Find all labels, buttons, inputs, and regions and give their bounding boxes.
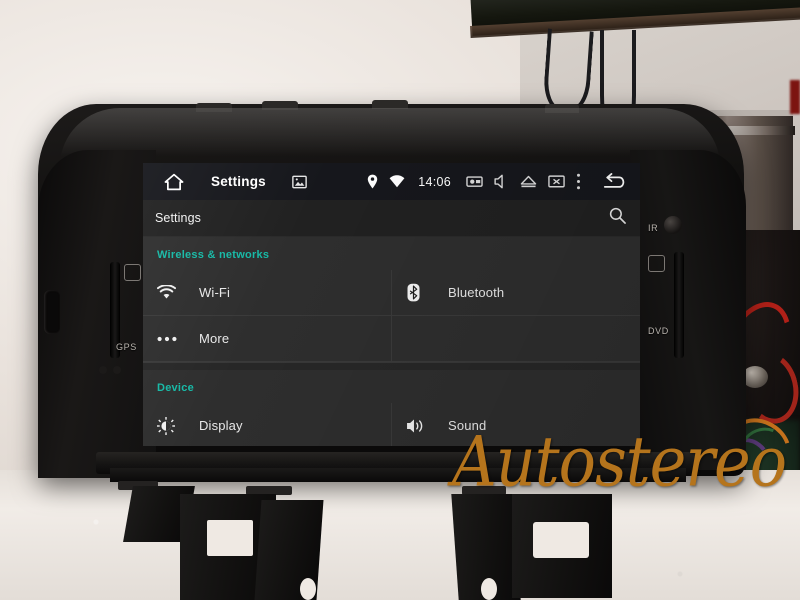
- left-bezel-button[interactable]: [124, 264, 141, 281]
- settings-item-empty: [392, 316, 640, 362]
- ir-label: IR: [648, 223, 659, 233]
- camera-icon[interactable]: [466, 175, 483, 188]
- android-screen[interactable]: Settings 14:06 Settings Wireless & netwo…: [143, 163, 640, 446]
- volume-mute-icon[interactable]: [494, 174, 509, 189]
- section-header-device: Device: [157, 382, 194, 394]
- status-bar-right-group: 14:06: [367, 173, 630, 190]
- overflow-menu-icon[interactable]: [576, 173, 581, 190]
- housing-tab: [545, 104, 579, 113]
- settings-item-label: Sound: [448, 418, 487, 433]
- back-arrow-icon[interactable]: [602, 173, 628, 190]
- more-dots-icon: [157, 336, 191, 342]
- background-object: [790, 80, 800, 114]
- status-bar: Settings 14:06: [143, 163, 640, 200]
- dvd-label: DVD: [648, 326, 669, 336]
- settings-item-label: More: [199, 331, 230, 346]
- wifi-icon: [389, 175, 405, 188]
- ir-receiver: [664, 216, 682, 234]
- settings-item-wifi[interactable]: Wi-Fi: [143, 270, 392, 316]
- settings-row: Wi-Fi Bluetooth: [143, 270, 640, 316]
- settings-list: Wireless & networks Wi-Fi Bluetooth More…: [143, 237, 640, 446]
- status-bar-clock: 14:06: [418, 174, 451, 189]
- bracket-cutout: [207, 520, 253, 556]
- left-bezel-dots: [99, 366, 125, 374]
- settings-item-label: Wi-Fi: [199, 285, 231, 300]
- gallery-icon[interactable]: [292, 175, 307, 189]
- settings-item-bluetooth[interactable]: Bluetooth: [392, 270, 640, 316]
- settings-row: Display Sound: [143, 403, 640, 446]
- settings-item-more[interactable]: More: [143, 316, 392, 362]
- action-bar: Settings: [143, 200, 640, 237]
- search-icon[interactable]: [609, 207, 626, 229]
- section-header-wireless: Wireless & networks: [157, 249, 270, 261]
- housing-tab: [196, 103, 232, 112]
- chassis-base-shadow: [110, 468, 686, 482]
- eject-icon[interactable]: [520, 175, 537, 188]
- wifi-icon: [157, 285, 191, 300]
- section-divider: [143, 362, 640, 370]
- settings-item-label: Display: [199, 418, 243, 433]
- bluetooth-icon: [406, 283, 440, 302]
- bracket-hole: [481, 578, 497, 600]
- screen-off-icon[interactable]: [548, 174, 565, 189]
- bracket-cutout: [533, 522, 589, 558]
- housing-tab: [372, 100, 408, 109]
- disc-slot: [674, 252, 684, 358]
- status-bar-title: Settings: [211, 174, 266, 189]
- product-photo: GPS IR DVD Settings 14:06 Settings Wirel…: [0, 0, 800, 600]
- housing-tab: [262, 101, 298, 110]
- right-bezel-button[interactable]: [648, 255, 665, 272]
- housing-right-face: [630, 150, 746, 470]
- location-pin-icon: [367, 174, 378, 189]
- bracket-hole: [300, 578, 316, 600]
- page-title: Settings: [155, 211, 201, 225]
- housing-notch: [44, 290, 60, 334]
- sound-icon: [406, 418, 440, 434]
- settings-item-display[interactable]: Display: [143, 403, 392, 446]
- brightness-icon: [157, 416, 191, 435]
- home-icon[interactable]: [159, 169, 189, 195]
- settings-row: More: [143, 316, 640, 362]
- settings-item-label: Bluetooth: [448, 285, 505, 300]
- gps-label: GPS: [116, 342, 137, 352]
- settings-item-sound[interactable]: Sound: [392, 403, 640, 446]
